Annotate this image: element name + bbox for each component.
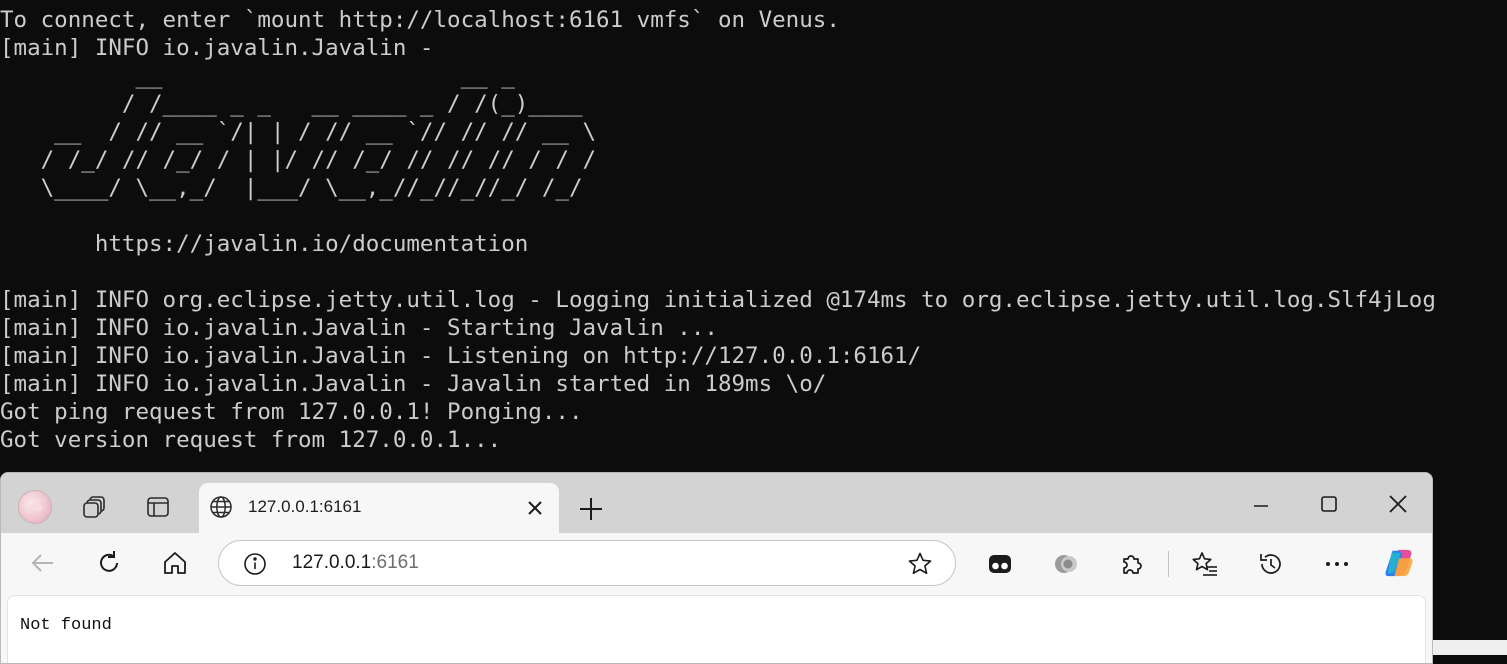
copilot-icon[interactable]: [1383, 547, 1415, 579]
home-icon[interactable]: [159, 547, 191, 579]
terminal-line: [main] INFO io.javalin.Javalin -: [0, 35, 434, 61]
more-icon[interactable]: [1321, 548, 1353, 580]
star-icon[interactable]: [907, 551, 933, 577]
terminal-line: [main] INFO org.eclipse.jetty.util.log -…: [0, 287, 1436, 313]
info-icon[interactable]: [243, 552, 267, 576]
ascii-art-line: __ __ _: [0, 63, 515, 89]
puzzle-icon[interactable]: [1116, 548, 1148, 580]
address-bar[interactable]: 127.0.0.1:6161: [218, 540, 956, 586]
terminal-line: [main] INFO io.javalin.Javalin - Listeni…: [0, 343, 922, 369]
ascii-art-line: \____/ \__,_/ |___/ \__,_//_//_//_/ /_/: [0, 175, 583, 201]
close-tab-icon[interactable]: [523, 496, 547, 520]
ascii-art-line: / /____ _ _ __ ____ _ / /(_)____: [0, 91, 583, 117]
maximize-button[interactable]: [1314, 489, 1344, 519]
tab-actions-icon[interactable]: [144, 493, 172, 521]
toolbar-divider: [1168, 551, 1169, 577]
tab-title: 127.0.0.1:6161: [248, 497, 362, 516]
terminal-line: [main] INFO io.javalin.Javalin - Javalin…: [0, 371, 827, 397]
profile-avatar[interactable]: [18, 490, 52, 524]
terminal-line: Got ping request from 127.0.0.1! Ponging…: [0, 399, 583, 425]
refresh-icon[interactable]: [93, 547, 125, 579]
terminal-line: [main] INFO io.javalin.Javalin - Startin…: [0, 315, 718, 341]
workspaces-icon[interactable]: [81, 493, 109, 521]
terminal-line: Got version request from 127.0.0.1...: [0, 427, 502, 453]
url-text[interactable]: 127.0.0.1:6161: [292, 551, 419, 575]
extension-icon[interactable]: [1050, 548, 1082, 580]
globe-icon: [209, 495, 233, 519]
close-window-button[interactable]: [1383, 489, 1413, 519]
desktop-background: [1432, 640, 1507, 655]
browser-toolbar: 127.0.0.1:6161: [1, 533, 1432, 595]
ascii-art-line: __ / // __ `/| | / // __ `// // // __ \: [0, 119, 597, 145]
tab-strip: 127.0.0.1:6161: [1, 473, 1432, 533]
url-host: 127.0.0.1: [292, 552, 372, 573]
page-message: Not found: [20, 616, 112, 635]
ascii-art-line: / /_/ // /_/ / | |/ // /_/ // // // / / …: [0, 147, 597, 173]
back-arrow-icon[interactable]: [27, 547, 59, 579]
extension-icon[interactable]: [984, 548, 1016, 580]
tab-active[interactable]: 127.0.0.1:6161: [199, 483, 559, 533]
new-tab-button[interactable]: [577, 495, 605, 523]
documentation-url: https://javalin.io/documentation: [0, 231, 529, 257]
url-port: :6161: [371, 552, 419, 573]
minimize-button[interactable]: [1246, 489, 1276, 519]
history-icon[interactable]: [1255, 548, 1287, 580]
browser-window: 127.0.0.1:6161 127.0.0.1:6161 Not found: [0, 472, 1433, 664]
page-content: Not found: [7, 595, 1426, 663]
terminal-line: To connect, enter `mount http://localhos…: [0, 7, 840, 33]
favorites-icon[interactable]: [1189, 548, 1221, 580]
